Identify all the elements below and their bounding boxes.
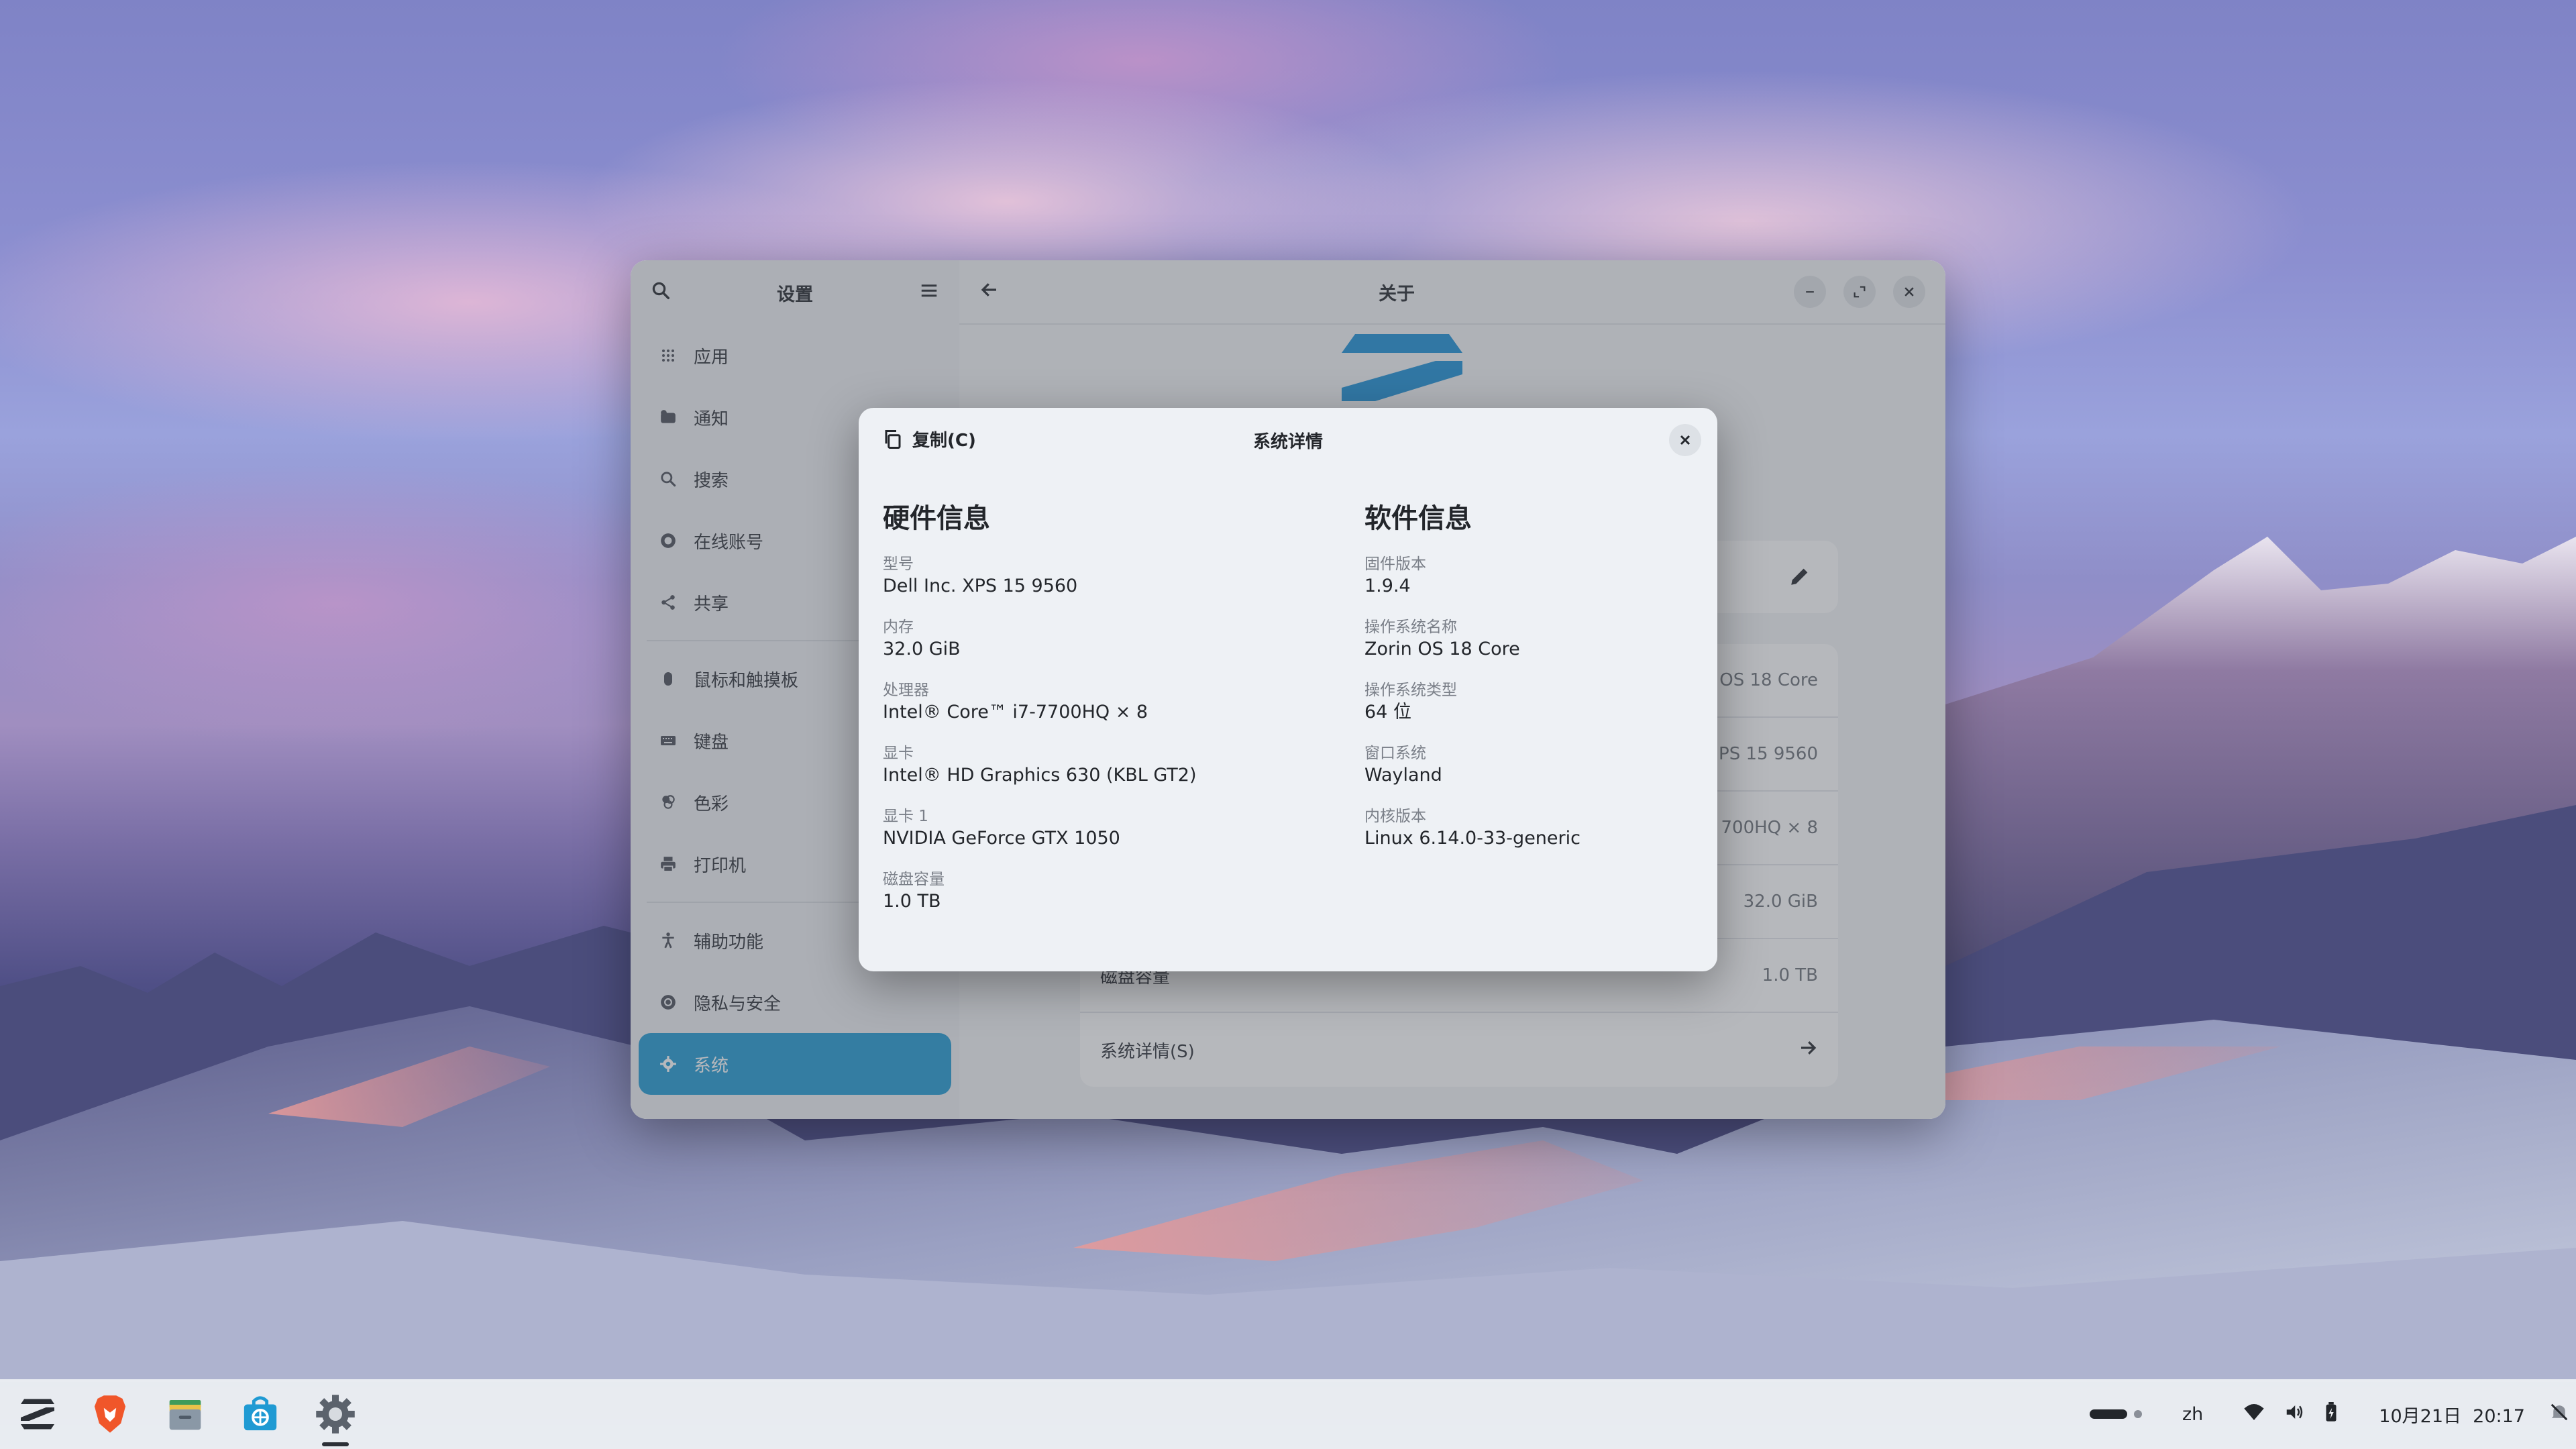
folder-icon bbox=[169, 1400, 201, 1430]
store-bag-icon bbox=[244, 1396, 277, 1431]
zorin-menu-button[interactable] bbox=[15, 1391, 60, 1437]
wifi-icon[interactable] bbox=[2243, 1402, 2265, 1427]
hardware-heading: 硬件信息 bbox=[883, 503, 990, 534]
sw-field-firmware: 固件版本 1.9.4 bbox=[1364, 555, 1426, 596]
gear-icon bbox=[316, 1395, 355, 1434]
sw-field-os-type: 操作系统类型 64 位 bbox=[1364, 682, 1457, 722]
software-info-section: 软件信息 固件版本 1.9.4 操作系统名称 Zorin OS 18 Core 操作… bbox=[1364, 496, 1713, 869]
sw-field-kernel: 内核版本 Linux 6.14.0-33-generic bbox=[1364, 808, 1580, 849]
dialog-header: 复制(C) 系统详情 bbox=[859, 408, 1717, 472]
hw-field-processor: 处理器 Intel® Core™ i7-7700HQ × 8 bbox=[883, 682, 1148, 722]
workspace-indicator[interactable] bbox=[2090, 1409, 2142, 1419]
hw-field-model: 型号 Dell Inc. XPS 15 9560 bbox=[883, 555, 1078, 596]
close-icon bbox=[1680, 435, 1690, 445]
battery-icon[interactable] bbox=[2324, 1401, 2339, 1427]
sw-field-os-name: 操作系统名称 Zorin OS 18 Core bbox=[1364, 619, 1520, 659]
taskbar: zh 10月21日 20:17 bbox=[0, 1379, 2576, 1449]
brave-browser-launcher[interactable] bbox=[87, 1391, 133, 1437]
workspace-active-dot bbox=[2090, 1409, 2127, 1419]
brave-lion-icon bbox=[94, 1395, 126, 1433]
dialog-title: 系统详情 bbox=[1252, 432, 1323, 452]
hw-field-disk: 磁盘容量 1.0 TB bbox=[883, 871, 945, 912]
sw-field-windowing: 窗口系统 Wayland bbox=[1364, 745, 1442, 786]
zorin-logo-icon bbox=[21, 1399, 54, 1430]
software-store-launcher[interactable] bbox=[237, 1391, 283, 1437]
hw-field-graphics-1: 显卡 1 NVIDIA GeForce GTX 1050 bbox=[883, 808, 1120, 849]
system-tray: zh 10月21日 20:17 bbox=[2090, 1379, 2569, 1449]
hw-field-memory: 内存 32.0 GiB bbox=[883, 619, 961, 659]
notifications-muted-icon[interactable] bbox=[2549, 1402, 2569, 1427]
volume-icon[interactable] bbox=[2284, 1402, 2305, 1427]
software-heading: 软件信息 bbox=[1364, 503, 1472, 534]
hw-field-graphics: 显卡 Intel® HD Graphics 630 (KBL GT2) bbox=[883, 745, 1197, 786]
workspace-dot bbox=[2134, 1410, 2142, 1418]
running-app-indicator bbox=[322, 1442, 349, 1446]
system-details-dialog: 复制(C) 系统详情 硬件信息 型号 Dell Inc. XPS 15 9560 … bbox=[859, 408, 1717, 971]
clock[interactable]: 10月21日 20:17 bbox=[2379, 1401, 2525, 1428]
language-indicator[interactable]: zh bbox=[2182, 1404, 2203, 1425]
hardware-info-section: 硬件信息 型号 Dell Inc. XPS 15 9560 内存 32.0 GiB … bbox=[883, 496, 1232, 932]
files-launcher[interactable] bbox=[162, 1391, 208, 1437]
dialog-close-button[interactable] bbox=[1669, 424, 1701, 456]
settings-launcher[interactable] bbox=[313, 1391, 358, 1437]
